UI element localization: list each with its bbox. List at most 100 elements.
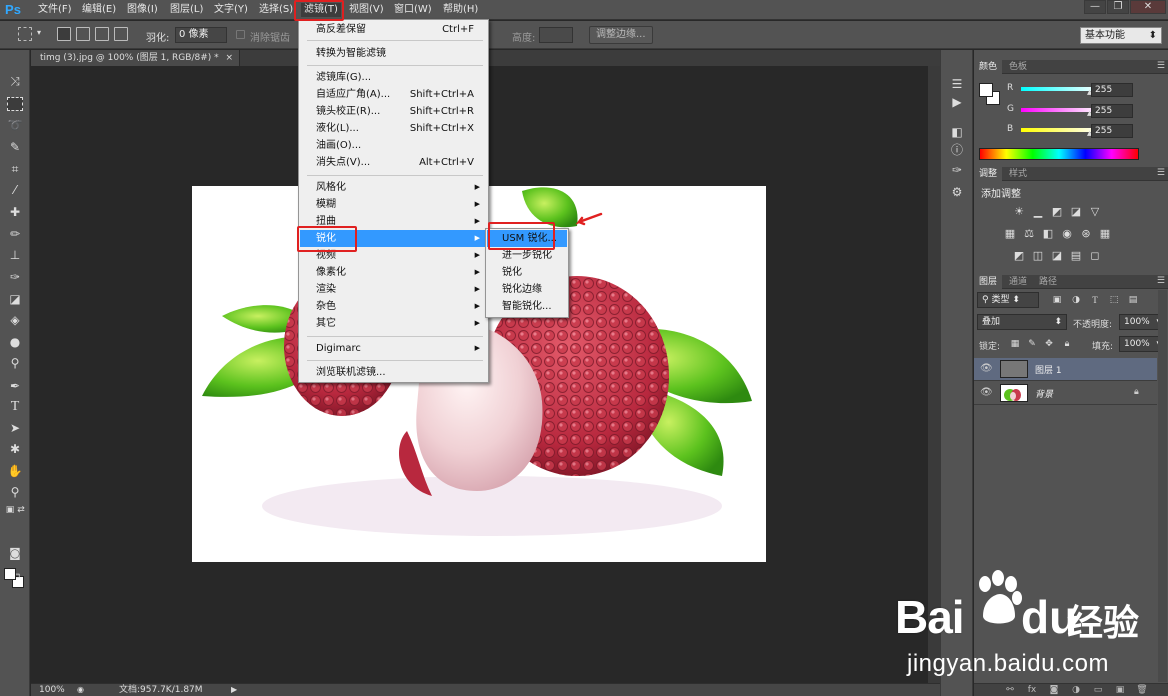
sharpen-basic[interactable]: 锐化 xyxy=(487,264,567,281)
add-selection-icon[interactable] xyxy=(76,27,90,41)
blend-mode-select[interactable]: 叠加 ⬍ xyxy=(977,314,1067,330)
filter-distort[interactable]: 扭曲 ▶ xyxy=(300,213,487,230)
color-spectrum-ramp[interactable] xyxy=(979,148,1139,160)
pen-tool-icon[interactable]: ✒ xyxy=(6,377,24,395)
height-input[interactable] xyxy=(539,27,573,43)
quick-mask-icon[interactable]: ◙ xyxy=(6,544,24,562)
b-value-input[interactable]: 255 xyxy=(1091,124,1133,138)
filter-stylize[interactable]: 风格化 ▶ xyxy=(300,179,487,196)
visibility-eye-icon[interactable]: 👁︎ xyxy=(980,363,993,375)
brush-panel-icon[interactable]: ✑ xyxy=(949,162,965,178)
filter-adjust-icon[interactable]: ◑ xyxy=(1069,293,1083,307)
tab-swatches[interactable]: 色板 xyxy=(1004,60,1032,74)
clone-stamp-tool-icon[interactable]: ⊥ xyxy=(6,246,24,264)
posterize-icon[interactable]: ◫ xyxy=(1031,249,1045,263)
tab-paths[interactable]: 路径 xyxy=(1034,275,1062,289)
zoom-level[interactable]: 100% xyxy=(39,684,65,696)
properties-panel-icon[interactable]: ◧ xyxy=(949,124,965,140)
filter-sharpen[interactable]: 锐化 ▶ xyxy=(300,230,487,247)
gradient-map-icon[interactable]: ▤ xyxy=(1069,249,1083,263)
close-button[interactable]: ✕ xyxy=(1130,0,1166,14)
g-value-input[interactable]: 255 xyxy=(1091,104,1133,118)
menu-type[interactable]: 文字(Y) xyxy=(211,3,251,17)
menu-window[interactable]: 窗口(W) xyxy=(391,3,435,17)
refine-edge-button[interactable]: 调整边缘... xyxy=(589,26,653,44)
filter-oil-paint[interactable]: 油画(O)... xyxy=(300,137,487,154)
brightness-icon[interactable]: ☀ xyxy=(1012,205,1026,219)
paint-bucket-tool-icon[interactable]: ◈ xyxy=(6,311,24,329)
filter-smart-icon[interactable]: ▤ xyxy=(1126,293,1140,307)
tab-layers[interactable]: 图层 xyxy=(974,275,1003,289)
layer-row-background[interactable]: 👁︎ 背景 🔒︎ xyxy=(974,382,1157,405)
quick-select-tool-icon[interactable]: ✎ xyxy=(6,138,24,156)
sharpen-edges[interactable]: 锐化边缘 xyxy=(487,281,567,298)
filter-convert-smart[interactable]: 转换为智能滤镜 xyxy=(300,45,487,62)
invert-icon[interactable]: ◩ xyxy=(1012,249,1026,263)
actions-panel-icon[interactable]: ▶ xyxy=(949,94,965,110)
lock-all-icon[interactable]: 🔒︎ xyxy=(1060,337,1074,351)
menu-image[interactable]: 图像(I) xyxy=(124,3,161,17)
tool-preset-caret-icon[interactable]: ▾ xyxy=(37,28,41,37)
info-panel-icon[interactable]: ⓘ xyxy=(949,142,965,158)
tab-styles[interactable]: 样式 xyxy=(1004,167,1032,181)
selective-color-icon[interactable]: ◻ xyxy=(1088,249,1102,263)
rect-marquee-tool-icon[interactable] xyxy=(7,97,23,111)
vibrance-icon[interactable]: ▽ xyxy=(1088,205,1102,219)
foreground-color-swatch[interactable] xyxy=(4,568,16,580)
restore-button[interactable]: ❐ xyxy=(1107,0,1129,14)
menu-file[interactable]: 文件(F) xyxy=(35,3,75,17)
filter-liquify[interactable]: 液化(L)... Shift+Ctrl+X xyxy=(300,120,487,137)
lock-transparent-icon[interactable]: ▦ xyxy=(1008,337,1022,351)
curves-icon[interactable]: ◩ xyxy=(1050,205,1064,219)
close-tab-icon[interactable]: × xyxy=(226,53,234,63)
zoom-tool-icon[interactable]: ⚲ xyxy=(6,483,24,501)
visibility-eye-icon[interactable]: 👁︎ xyxy=(980,387,993,399)
filter-shape-icon[interactable]: ⬚ xyxy=(1107,293,1121,307)
feather-input[interactable]: 0 像素 xyxy=(175,27,227,43)
antialias-checkbox[interactable] xyxy=(236,30,245,39)
menu-view[interactable]: 视图(V) xyxy=(346,3,387,17)
history-brush-tool-icon[interactable]: ✑ xyxy=(6,268,24,286)
r-value-input[interactable]: 255 xyxy=(1091,83,1133,97)
filter-browse-online[interactable]: 浏览联机滤镜... xyxy=(300,364,487,381)
levels-icon[interactable]: ▁ xyxy=(1031,205,1045,219)
filter-gallery[interactable]: 滤镜库(G)... xyxy=(300,69,487,86)
subtract-selection-icon[interactable] xyxy=(95,27,109,41)
eraser-tool-icon[interactable]: ◪ xyxy=(6,290,24,308)
filter-blur[interactable]: 模糊 ▶ xyxy=(300,196,487,213)
menu-filter[interactable]: 滤镜(T) xyxy=(301,3,341,17)
menu-layer[interactable]: 图层(L) xyxy=(167,3,206,17)
menu-help[interactable]: 帮助(H) xyxy=(440,3,481,17)
filter-other[interactable]: 其它 ▶ xyxy=(300,315,487,332)
filter-last-highpass[interactable]: 高反差保留 Ctrl+F xyxy=(300,21,487,38)
color-balance-icon[interactable]: ⚖ xyxy=(1022,227,1036,241)
clone-source-panel-icon[interactable]: ⚙ xyxy=(949,184,965,200)
filter-vanishing-point[interactable]: 消失点(V)... Alt+Ctrl+V xyxy=(300,154,487,171)
document-tab[interactable]: timg (3).jpg @ 100% (图层 1, RGB/8#) * × xyxy=(31,50,241,66)
new-selection-icon[interactable] xyxy=(57,27,71,41)
panel-menu-icon[interactable]: ☰ xyxy=(1157,276,1165,286)
menu-edit[interactable]: 编辑(E) xyxy=(79,3,119,17)
sharpen-more[interactable]: 进一步锐化 xyxy=(487,247,567,264)
type-tool-icon[interactable]: T xyxy=(6,398,24,416)
panel-fg-swatch[interactable] xyxy=(979,83,993,97)
lock-pixels-icon[interactable]: ✎ xyxy=(1025,337,1039,351)
layer-kind-filter[interactable]: ⚲ 类型 ⬍ xyxy=(977,292,1039,308)
filter-pixelate[interactable]: 像素化 ▶ xyxy=(300,264,487,281)
tab-adjustments[interactable]: 调整 xyxy=(974,167,1003,181)
intersect-selection-icon[interactable] xyxy=(114,27,128,41)
doc-info-icon[interactable]: ◉ xyxy=(77,684,84,696)
hue-sat-icon[interactable]: ▦ xyxy=(1003,227,1017,241)
exposure-icon[interactable]: ◪ xyxy=(1069,205,1083,219)
filter-render[interactable]: 渲染 ▶ xyxy=(300,281,487,298)
filter-noise[interactable]: 杂色 ▶ xyxy=(300,298,487,315)
filter-adaptive-wide-angle[interactable]: 自适应广角(A)... Shift+Ctrl+A xyxy=(300,86,487,103)
hand-tool-icon[interactable]: ✋ xyxy=(6,462,24,480)
brush-tool-icon[interactable]: ✏ xyxy=(6,225,24,243)
layer-row-layer1[interactable]: 👁︎ 图层 1 xyxy=(974,358,1157,381)
minimize-button[interactable]: — xyxy=(1084,0,1106,14)
filter-pixel-icon[interactable]: ▣ xyxy=(1050,293,1064,307)
sharpen-smart[interactable]: 智能锐化... xyxy=(487,298,567,315)
tab-channels[interactable]: 通道 xyxy=(1004,275,1032,289)
filter-type-icon[interactable]: T xyxy=(1088,293,1102,307)
